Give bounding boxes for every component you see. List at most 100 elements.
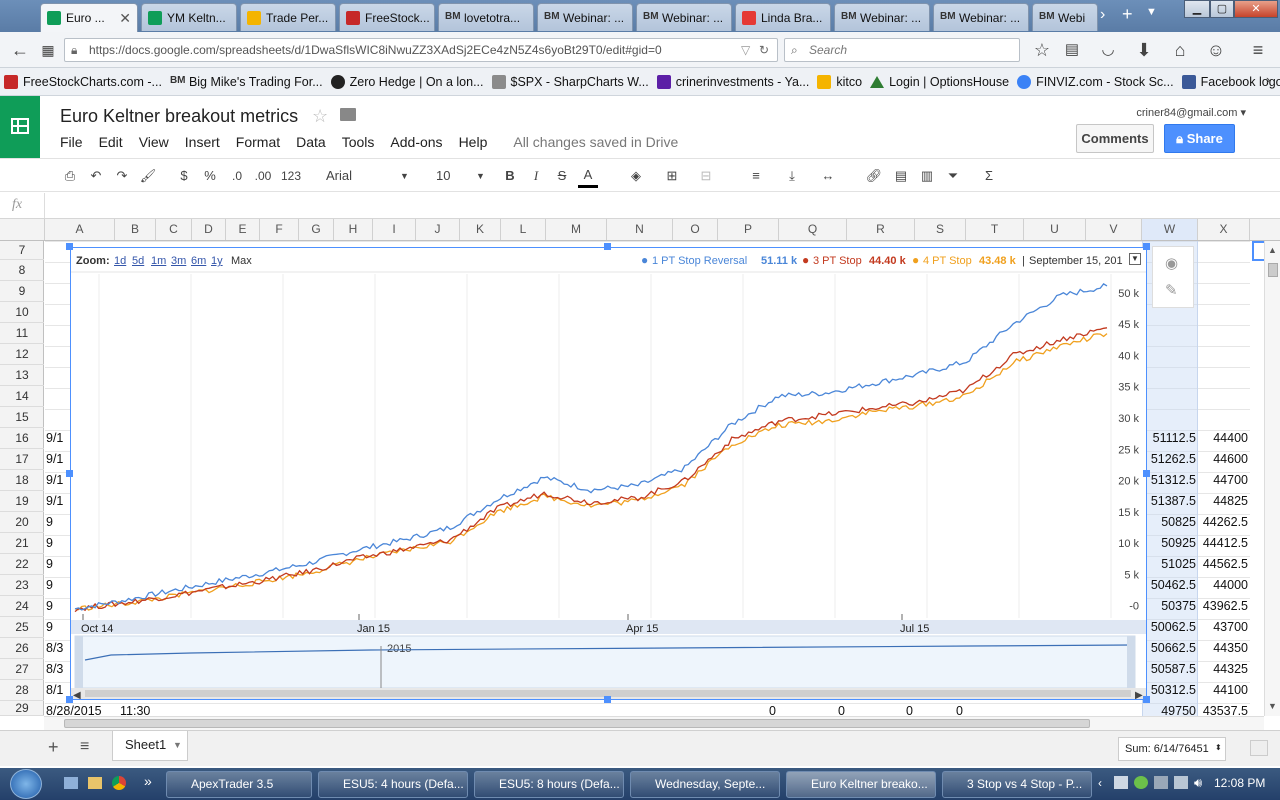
vertical-align-icon[interactable]: ⤓ — [782, 166, 802, 186]
filter-icon[interactable]: ⏷ — [944, 166, 962, 186]
formula-input[interactable] — [44, 193, 1280, 218]
column-header[interactable]: U — [1024, 219, 1086, 240]
column-header[interactable]: Q — [779, 219, 847, 240]
column-header[interactable]: D — [192, 219, 226, 240]
chrome-icon[interactable] — [112, 776, 126, 790]
row-header[interactable]: 26 — [0, 638, 44, 659]
minimize-icon[interactable]: ▁ — [1184, 0, 1210, 18]
url-bar[interactable]: 🔒︎ https://docs.google.com/spreadsheets/… — [64, 38, 778, 62]
browser-tab-webinar-1[interactable]: BM Webinar: ... — [537, 3, 633, 31]
resize-handle[interactable] — [604, 243, 611, 250]
taskbar-item-apextrader[interactable]: ApexTrader 3.5 — [166, 771, 312, 798]
row-header[interactable]: 29 — [0, 701, 44, 716]
bookmarks-overflow-icon[interactable]: › — [1266, 73, 1270, 87]
taskbar-item-3stop-4stop[interactable]: 3 Stop vs 4 Stop - P... — [942, 771, 1092, 798]
document-title[interactable]: Euro Keltner breakout metrics — [60, 106, 298, 127]
row-header[interactable]: 25 — [0, 617, 44, 638]
eye-icon[interactable]: ◉ — [1165, 254, 1178, 272]
row-header[interactable]: 20 — [0, 512, 44, 533]
search-input[interactable]: ⌕ Search — [784, 38, 1020, 62]
resize-handle[interactable] — [66, 470, 73, 477]
bold-button[interactable]: B — [502, 166, 518, 186]
menu-file[interactable]: File — [60, 134, 83, 150]
resize-handle[interactable] — [1143, 243, 1150, 250]
chevron-down-icon[interactable]: ▼ — [173, 731, 182, 759]
scroll-up-icon[interactable]: ▲ — [1268, 245, 1277, 255]
reload-icon[interactable]: ↻ — [759, 39, 769, 61]
browser-tab-euro[interactable]: Euro ... ✕ — [40, 3, 138, 32]
browser-tab-webinar-3[interactable]: BM Webinar: ... — [834, 3, 930, 31]
comments-button[interactable]: Comments — [1076, 124, 1154, 153]
column-header[interactable]: P — [718, 219, 779, 240]
taskbar-item-euro-keltner[interactable]: Euro Keltner breako... — [786, 771, 936, 798]
share-button[interactable]: 🔒︎ Share — [1164, 124, 1235, 153]
taskbar-item-esu5-4h[interactable]: ESU5: 4 hours (Defa... — [318, 771, 468, 798]
text-wrap-icon[interactable]: ↔ — [816, 166, 840, 186]
bookmark-optionshouse[interactable]: Login | OptionsHouse — [870, 75, 1009, 89]
embedded-chart[interactable]: Zoom: 1d 5d 1m 3m 6m 1y Max ● 1 PT Stop … — [70, 247, 1147, 700]
row-header[interactable]: 21 — [0, 533, 44, 554]
column-header[interactable]: N — [607, 219, 673, 240]
resize-handle[interactable] — [1143, 470, 1150, 477]
percent-format-button[interactable]: % — [202, 166, 218, 186]
row-header[interactable]: 15 — [0, 407, 44, 428]
account-email[interactable]: criner84@gmail.com ▾ — [1136, 106, 1246, 119]
bookmark-big-mikes[interactable]: BM Big Mike's Trading For... — [170, 75, 323, 89]
column-header[interactable]: F — [260, 219, 299, 240]
browser-tab-lovetotra[interactable]: BM lovetotra... — [438, 3, 534, 31]
resize-handle[interactable] — [1143, 696, 1150, 703]
close-tab-icon[interactable]: ✕ — [113, 10, 131, 27]
decrease-decimal-button[interactable]: .0 — [226, 166, 248, 186]
browser-tab-ym-keltner[interactable]: YM Keltn... — [141, 3, 237, 31]
network-icon[interactable] — [1114, 776, 1128, 789]
menu-tools[interactable]: Tools — [342, 134, 375, 150]
download-icon[interactable]: ⬇ — [1132, 38, 1156, 62]
bookmark-star-icon[interactable]: ☆ — [1030, 38, 1054, 62]
scroll-down-icon[interactable]: ▼ — [1268, 701, 1277, 711]
sheets-logo-icon[interactable] — [0, 96, 40, 158]
chat-icon[interactable]: ☺ — [1204, 38, 1228, 62]
menu-view[interactable]: View — [139, 134, 169, 150]
row-header[interactable]: 28 — [0, 680, 44, 701]
column-header[interactable]: J — [416, 219, 460, 240]
column-header[interactable]: M — [546, 219, 607, 240]
sheet-tab-sheet1[interactable]: Sheet1 ▼ — [112, 731, 188, 761]
resize-handle[interactable] — [66, 243, 73, 250]
column-header[interactable]: W — [1142, 219, 1198, 240]
add-sheet-icon[interactable]: + — [48, 737, 59, 758]
scrollbar-thumb[interactable] — [1268, 263, 1278, 277]
menu-addons[interactable]: Add-ons — [390, 134, 442, 150]
resize-handle[interactable] — [66, 696, 73, 703]
column-header[interactable]: L — [501, 219, 546, 240]
browser-tab-webinar-4[interactable]: BM Webinar: ... — [933, 3, 1029, 31]
row-header[interactable]: 22 — [0, 554, 44, 575]
clock[interactable]: 12:08 PM — [1214, 776, 1265, 790]
currency-format-button[interactable]: $ — [176, 166, 192, 186]
pencil-icon[interactable]: ✎ — [1165, 281, 1178, 299]
redo-icon[interactable]: ↷ — [112, 166, 132, 186]
horizontal-align-icon[interactable]: ≡ — [746, 166, 766, 186]
menu-edit[interactable]: Edit — [99, 134, 123, 150]
font-size-select[interactable]: 10 ▼ — [436, 166, 486, 186]
row-header[interactable]: 11 — [0, 323, 44, 344]
menu-format[interactable]: Format — [236, 134, 280, 150]
functions-icon[interactable]: Σ — [980, 166, 998, 186]
menu-help[interactable]: Help — [459, 134, 488, 150]
column-header[interactable]: I — [373, 219, 416, 240]
merge-cells-icon[interactable]: ⊟ — [694, 166, 718, 186]
vertical-scrollbar[interactable]: ▲ ▼ — [1264, 241, 1280, 716]
pocket-icon[interactable]: ◡ — [1096, 38, 1120, 62]
selected-column-w[interactable] — [1142, 241, 1198, 716]
all-sheets-icon[interactable]: ≡ — [80, 738, 89, 756]
tray-app-icon[interactable] — [1134, 776, 1148, 789]
browser-tab-webinar-5[interactable]: BM Webi — [1032, 3, 1098, 31]
insert-chart-icon[interactable]: ▥ — [918, 166, 936, 186]
home-icon[interactable]: ⌂ — [1168, 38, 1192, 62]
row-header[interactable]: 24 — [0, 596, 44, 617]
folder-icon[interactable] — [340, 108, 356, 121]
menu-insert[interactable]: Insert — [185, 134, 220, 150]
column-header[interactable]: X — [1198, 219, 1250, 240]
row-header[interactable]: 17 — [0, 449, 44, 470]
borders-icon[interactable]: ⊞ — [660, 166, 684, 186]
column-header[interactable]: C — [156, 219, 192, 240]
